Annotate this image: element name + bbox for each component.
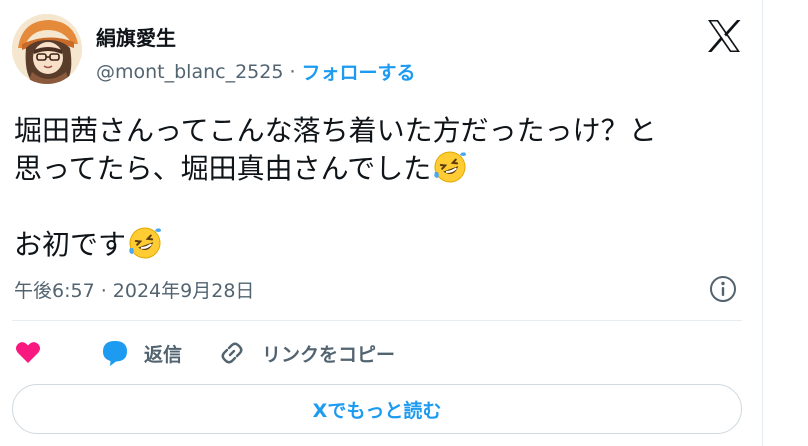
like-button[interactable] [14, 339, 42, 367]
rolling-laughing-emoji-icon [128, 226, 162, 260]
info-icon[interactable] [708, 274, 738, 304]
tweet-text-line-1: 堀田茜さんってこんな落ち着いた方だったっけ？と [14, 114, 657, 147]
separator-dot: · [289, 60, 296, 83]
author-handle[interactable]: @mont_blanc_2525 [96, 61, 283, 83]
x-logo-icon[interactable] [704, 16, 744, 56]
follow-button[interactable]: フォローする [302, 58, 416, 85]
avatar-illustration [12, 14, 82, 84]
handle-row: @mont_blanc_2525 · フォローする [96, 58, 416, 85]
timestamp[interactable]: 午後6:57 · 2024年9月28日 [14, 276, 254, 303]
tweet-text: 堀田茜さんってこんな落ち着いた方だったっけ？と 思ってたら、堀田真由さんでした … [14, 112, 750, 264]
divider [12, 320, 742, 321]
read-more-button[interactable]: Xでもっと読む [12, 384, 742, 434]
speech-bubble-icon [100, 338, 130, 368]
reply-button[interactable]: 返信 [100, 338, 182, 368]
copy-link-button[interactable]: リンクをコピー [218, 339, 395, 367]
tweet-text-line-3: お初です [14, 228, 127, 261]
tweet-text-line-2: 思ってたら、堀田真由さんでした [14, 152, 432, 185]
right-border [762, 0, 763, 446]
copy-link-label: リンクをコピー [262, 343, 396, 366]
avatar[interactable] [12, 14, 82, 84]
author-name[interactable]: 絹旗愛生 [96, 22, 176, 51]
rolling-laughing-emoji-icon [433, 150, 467, 184]
link-icon [218, 339, 246, 367]
tweet-embed-card: 絹旗愛生 @mont_blanc_2525 · フォローする 堀田茜さんってこん… [0, 0, 760, 446]
action-bar: 返信 リンクをコピー [14, 336, 395, 370]
heart-icon [14, 339, 42, 367]
reply-label: 返信 [144, 343, 183, 366]
